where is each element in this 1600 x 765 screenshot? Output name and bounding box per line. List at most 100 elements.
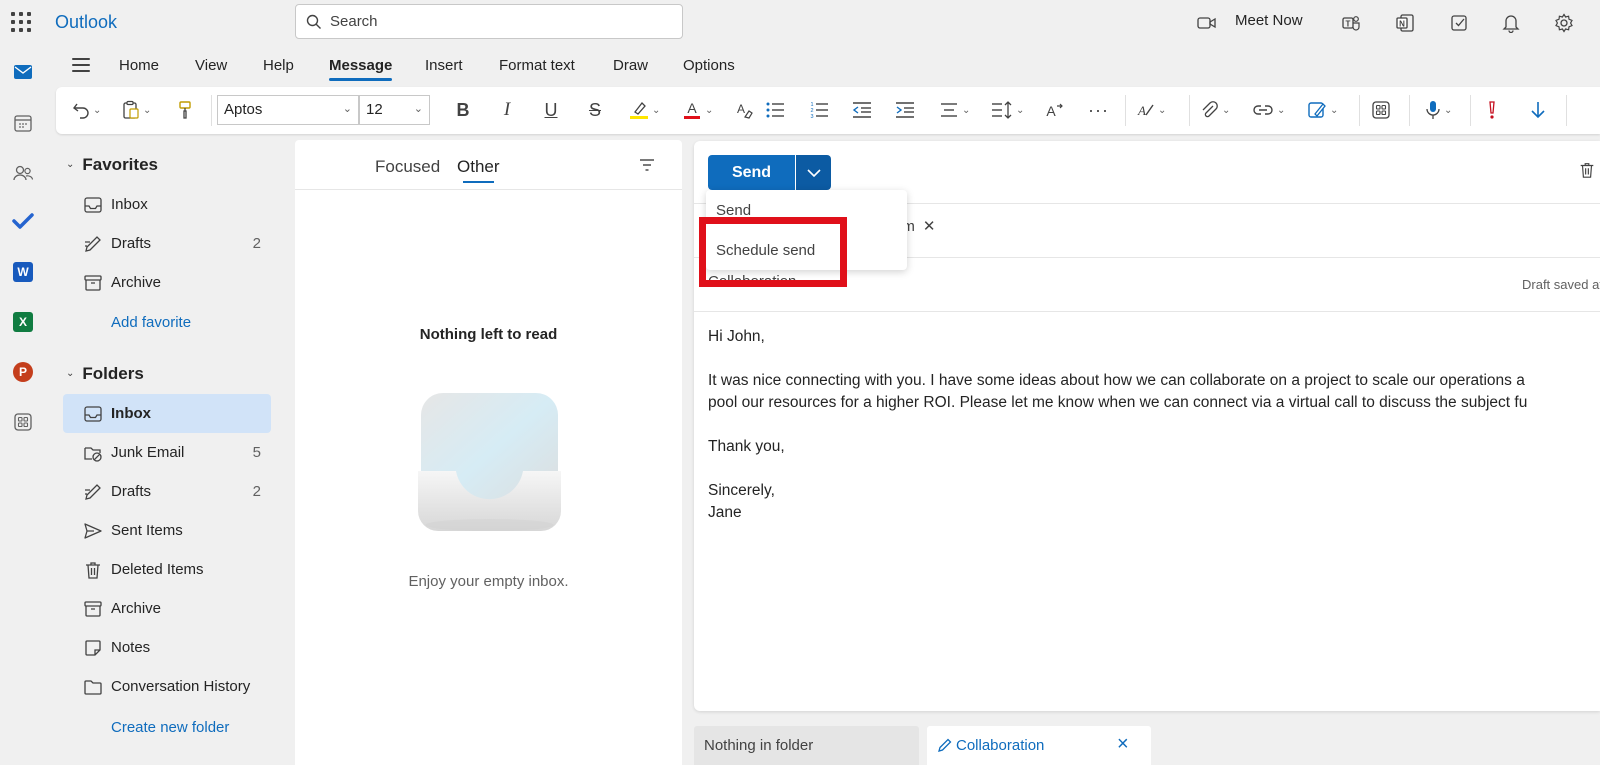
svg-text:A: A bbox=[687, 100, 697, 116]
folder-item-drafts[interactable]: Drafts 2 bbox=[63, 472, 271, 511]
italic-icon[interactable]: I bbox=[497, 98, 517, 122]
app-launcher-icon[interactable] bbox=[9, 10, 31, 32]
meet-now-button[interactable]: Meet Now bbox=[1235, 12, 1303, 29]
folder-item-notes[interactable]: Notes bbox=[63, 628, 271, 667]
remove-recipient-icon[interactable]: ✕ bbox=[923, 218, 936, 235]
bold-icon[interactable]: B bbox=[453, 98, 473, 122]
apps-icon[interactable] bbox=[1371, 98, 1391, 122]
add-favorite-link[interactable]: Add favorite bbox=[111, 314, 191, 331]
line-spacing-icon[interactable]: ⌄ bbox=[991, 98, 1024, 122]
folder-item-conversation-history[interactable]: Conversation History bbox=[63, 667, 271, 706]
create-new-folder-link[interactable]: Create new folder bbox=[111, 719, 229, 736]
more-apps-icon[interactable] bbox=[7, 406, 39, 438]
tab-message[interactable]: Message bbox=[329, 57, 393, 81]
tab-home[interactable]: Home bbox=[119, 57, 159, 74]
font-size-select[interactable]: 12 ⌄ bbox=[359, 95, 430, 125]
onenote-icon[interactable]: N bbox=[1393, 11, 1417, 35]
send-icon bbox=[84, 523, 102, 539]
tab-format-text[interactable]: Format text bbox=[499, 57, 575, 74]
editor-icon[interactable]: A ⌄ bbox=[1135, 98, 1166, 122]
dictate-microphone-icon[interactable]: ⌄ bbox=[1425, 98, 1452, 122]
increase-indent-icon[interactable] bbox=[895, 98, 915, 122]
folder-item-archive[interactable]: Archive bbox=[63, 589, 271, 628]
message-body[interactable]: Hi John, It was nice connecting with you… bbox=[708, 326, 1600, 524]
word-icon[interactable]: W bbox=[7, 256, 39, 288]
link-icon[interactable]: ⌄ bbox=[1252, 98, 1285, 122]
bottom-tab-folder[interactable]: Nothing in folder bbox=[694, 726, 919, 765]
body-line bbox=[708, 348, 1600, 370]
calendar-icon[interactable] bbox=[7, 107, 39, 139]
favorites-item-archive[interactable]: Archive bbox=[63, 263, 271, 302]
decrease-indent-icon[interactable] bbox=[852, 98, 872, 122]
favorites-item-drafts[interactable]: Drafts 2 bbox=[63, 224, 271, 263]
svg-text:A: A bbox=[1137, 103, 1146, 118]
folder-item-junk-email[interactable]: Junk Email 5 bbox=[63, 433, 271, 472]
tab-other[interactable]: Other bbox=[457, 157, 500, 183]
tab-focused[interactable]: Focused bbox=[375, 157, 440, 177]
strikethrough-icon[interactable]: S bbox=[585, 98, 605, 122]
archive-icon bbox=[84, 275, 102, 291]
tab-draw[interactable]: Draw bbox=[613, 57, 648, 74]
favorites-header[interactable]: ⌄ Favorites bbox=[66, 155, 158, 175]
font-color-icon[interactable]: A ⌄ bbox=[682, 98, 713, 122]
importance-high-icon[interactable] bbox=[1487, 98, 1497, 122]
send-options-dropdown[interactable] bbox=[796, 155, 831, 190]
app-brand[interactable]: Outlook bbox=[55, 12, 117, 33]
folders-header[interactable]: ⌄ Folders bbox=[66, 364, 144, 384]
styles-icon[interactable]: A bbox=[1044, 98, 1064, 122]
signature-icon[interactable]: ⌄ bbox=[1307, 98, 1338, 122]
favorites-item-inbox[interactable]: Inbox bbox=[63, 185, 271, 224]
close-tab-icon[interactable]: × bbox=[1117, 733, 1129, 756]
empty-state-title: Nothing left to read bbox=[419, 326, 558, 343]
mail-icon[interactable] bbox=[7, 56, 39, 88]
format-painter-icon[interactable] bbox=[177, 98, 193, 122]
powerpoint-icon[interactable]: P bbox=[7, 356, 39, 388]
numbering-icon[interactable]: 123 bbox=[809, 98, 829, 122]
teams-icon[interactable]: T bbox=[1339, 11, 1363, 35]
bottom-tab-draft[interactable]: Collaboration × bbox=[927, 726, 1151, 765]
hamburger-menu-icon[interactable] bbox=[72, 58, 90, 72]
svg-text:N: N bbox=[1399, 20, 1405, 29]
attach-icon[interactable]: ⌄ bbox=[1199, 98, 1230, 122]
search-placeholder: Search bbox=[330, 13, 378, 30]
bottom-tab-bar: Nothing in folder Collaboration × bbox=[694, 726, 1600, 765]
send-options-menu: Send Schedule send bbox=[706, 190, 907, 270]
todo-app-icon[interactable] bbox=[7, 205, 39, 237]
folder-item-deleted-items[interactable]: Deleted Items bbox=[63, 550, 271, 589]
trash-icon bbox=[86, 562, 100, 579]
note-icon bbox=[85, 640, 101, 656]
excel-icon[interactable]: X bbox=[7, 306, 39, 338]
undo-icon[interactable]: ⌄ bbox=[72, 98, 101, 122]
bullets-icon[interactable] bbox=[765, 98, 785, 122]
menu-item-schedule-send[interactable]: Schedule send bbox=[716, 242, 815, 259]
list-tabs: Focused Other bbox=[295, 140, 682, 190]
tab-help[interactable]: Help bbox=[263, 57, 294, 74]
tab-insert[interactable]: Insert bbox=[425, 57, 463, 74]
font-name-select[interactable]: Aptos ⌄ bbox=[217, 95, 359, 125]
search-input[interactable]: Search bbox=[295, 4, 683, 39]
importance-low-icon[interactable] bbox=[1530, 98, 1546, 122]
todo-icon[interactable] bbox=[1447, 11, 1471, 35]
send-button[interactable]: Send bbox=[708, 155, 795, 190]
align-icon[interactable]: ⌄ bbox=[939, 98, 970, 122]
tab-options[interactable]: Options bbox=[683, 57, 735, 74]
subject-field[interactable]: Collaboration bbox=[708, 273, 796, 290]
more-options-icon[interactable]: ··· bbox=[1088, 98, 1109, 122]
folder-item-inbox[interactable]: Inbox bbox=[63, 394, 271, 433]
bell-icon[interactable] bbox=[1499, 11, 1523, 35]
gear-icon[interactable] bbox=[1552, 11, 1576, 35]
body-line: Sincerely, bbox=[708, 482, 775, 499]
people-icon[interactable] bbox=[7, 157, 39, 189]
filter-icon[interactable] bbox=[639, 158, 655, 172]
tab-view[interactable]: View bbox=[195, 57, 227, 74]
highlight-icon[interactable]: ⌄ bbox=[629, 98, 660, 122]
clipboard-icon[interactable]: ⌄ bbox=[122, 98, 151, 122]
clear-formatting-icon[interactable]: A bbox=[734, 98, 754, 122]
chevron-down-icon: ⌄ bbox=[66, 159, 75, 170]
folder-item-sent-items[interactable]: Sent Items bbox=[63, 511, 271, 550]
menu-item-send[interactable]: Send bbox=[716, 202, 751, 219]
discard-trash-icon[interactable] bbox=[1578, 161, 1596, 179]
body-line: Hi John, bbox=[708, 328, 765, 345]
video-camera-icon[interactable] bbox=[1195, 11, 1219, 35]
underline-icon[interactable]: U bbox=[541, 98, 561, 122]
